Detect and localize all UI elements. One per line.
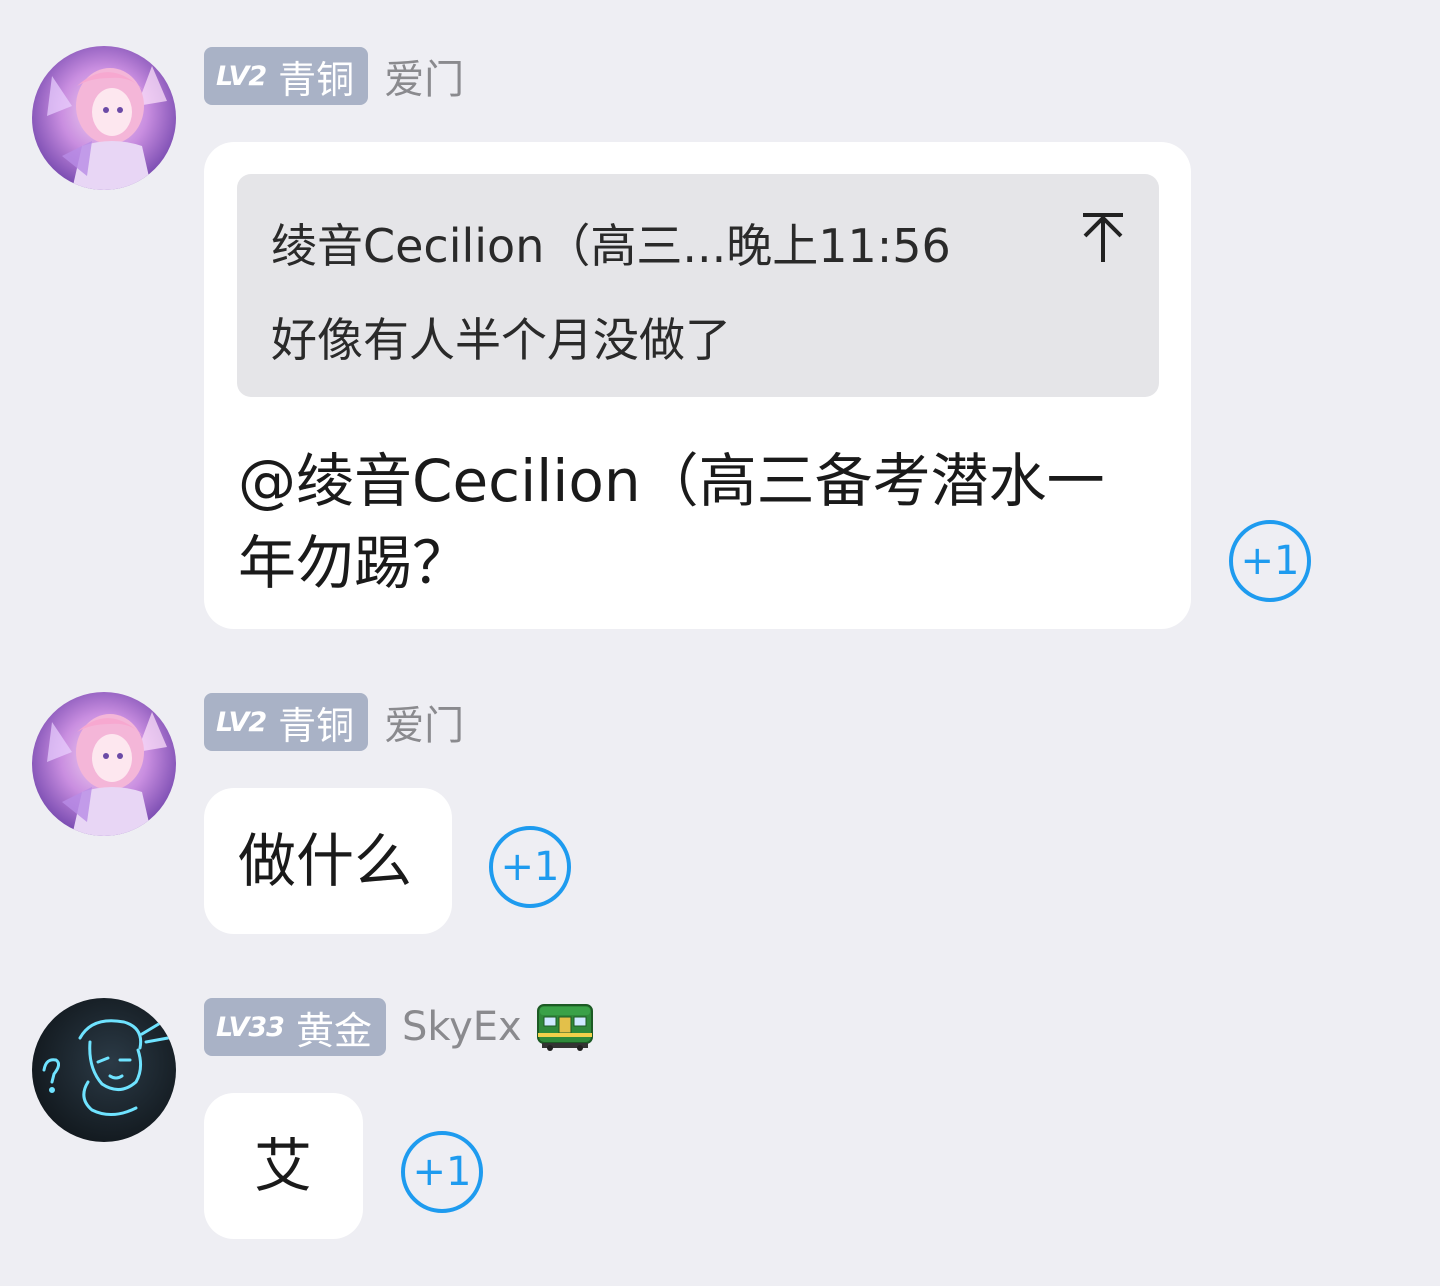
message-header: LV2 青铜 爱门 [204,47,464,105]
message-bubble[interactable]: 绫音Cecilion（高三...晚上11:56 好像有人半个月没做了 @绫音Ce… [204,142,1191,629]
message-header: LV2 青铜 爱门 [204,693,464,751]
level-badge: LV2 青铜 [204,47,369,105]
avatar[interactable] [32,998,176,1142]
message-text: @绫音Cecilion（高三备考潜水一 年勿踢？ [238,440,1168,604]
sender-name[interactable]: 爱门 [384,693,464,751]
message-text-line: @绫音Cecilion（高三备考潜水一 [238,447,1105,515]
plus-one-button[interactable]: +1 [401,1131,483,1213]
sender-name[interactable]: SkyEx [402,1004,522,1050]
level-label: LV2 [216,706,267,738]
message-text-line: 年勿踢？ [238,529,471,597]
rank-label: 青铜 [278,703,355,748]
message-bubble[interactable]: 做什么 [204,788,452,934]
quoted-message[interactable]: 绫音Cecilion（高三...晚上11:56 好像有人半个月没做了 [237,174,1159,397]
green-train-icon [536,999,594,1055]
neon-sketch-avatar-icon [32,998,176,1142]
plus-one-button[interactable]: +1 [1229,520,1311,602]
message-header: LV33 黄金 SkyEx [204,998,594,1056]
sender-name[interactable]: 爱门 [384,47,464,105]
message-bubble[interactable]: 艾 [204,1093,363,1239]
avatar[interactable] [32,692,176,836]
anime-girl-avatar-icon [32,46,176,190]
quote-header: 绫音Cecilion（高三...晚上11:56 [271,219,951,273]
message-text: 艾 [254,1132,313,1200]
avatar[interactable] [32,46,176,190]
level-badge: LV2 青铜 [204,693,369,751]
quote-text: 好像有人半个月没做了 [271,313,731,367]
rank-label: 青铜 [278,57,355,102]
plus-one-button[interactable]: +1 [489,826,571,908]
level-label: LV33 [216,1011,285,1043]
level-label: LV2 [216,60,267,92]
chat-window: LV2 青铜 爱门 绫音Cecilion（高三...晚上11:56 好像有人半个… [0,0,1440,1286]
message-text: 做什么 [238,827,413,895]
level-badge: LV33 黄金 [204,998,386,1056]
rank-label: 黄金 [295,1008,372,1053]
jump-to-top-icon[interactable] [1081,212,1125,264]
anime-girl-avatar-icon [32,692,176,836]
